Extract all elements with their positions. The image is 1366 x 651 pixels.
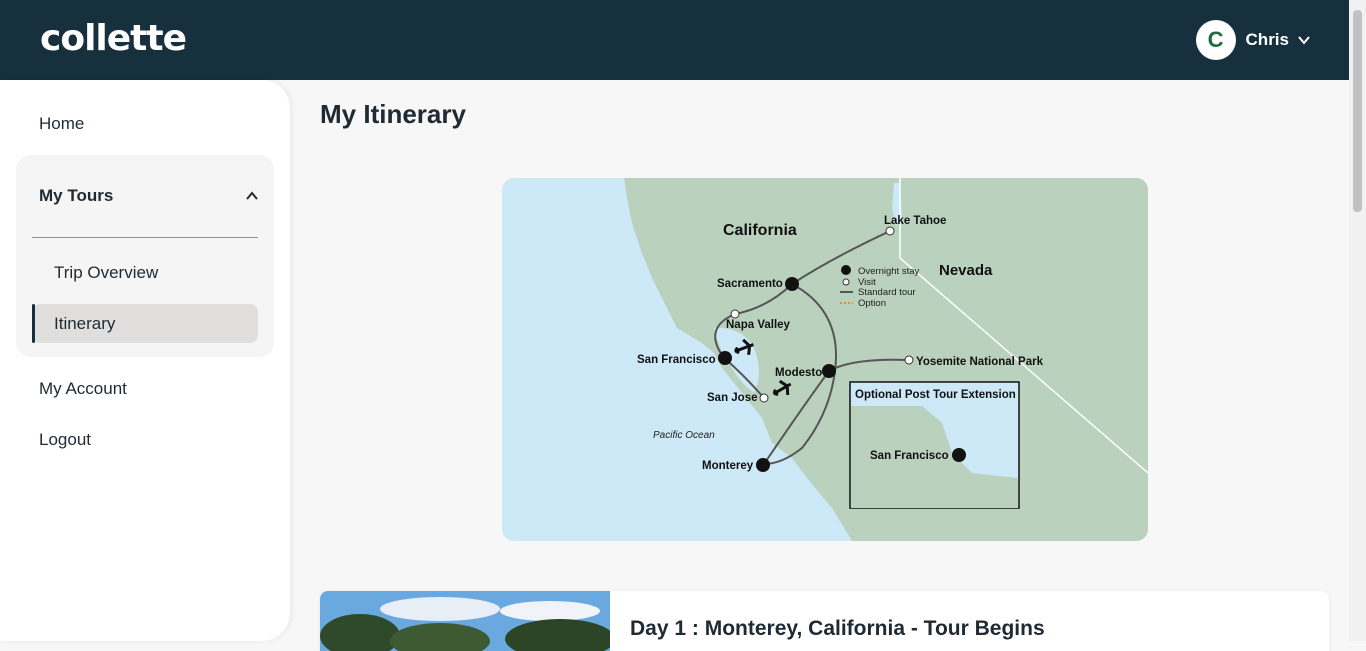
- state-label: Nevada: [939, 262, 993, 279]
- scrollbar-thumb[interactable]: [1353, 10, 1362, 212]
- avatar[interactable]: C: [1195, 20, 1236, 60]
- stop-label-yosemite: Yosemite National Park: [916, 356, 1044, 368]
- svg-text:1: 1: [844, 268, 848, 275]
- stop-label-modesto: Modesto: [775, 367, 822, 379]
- day-card[interactable]: Day 1 : Monterey, California - Tour Begi…: [320, 591, 1329, 651]
- svg-text:San Francisco: San Francisco: [870, 450, 949, 462]
- sidebar-item-logout[interactable]: Logout: [39, 430, 91, 450]
- day-photo: [320, 591, 610, 651]
- sidebar-item-my-account[interactable]: My Account: [39, 379, 127, 399]
- sidebar-item-my-tours[interactable]: My Tours: [39, 186, 113, 206]
- stop-label-san-jose: San Jose: [707, 392, 758, 404]
- svg-text:2: 2: [826, 367, 831, 377]
- divider: [32, 237, 258, 238]
- svg-text:Standard tour: Standard tour: [858, 287, 916, 298]
- user-name[interactable]: Chris: [1246, 30, 1289, 50]
- svg-text:2: 2: [789, 280, 794, 290]
- sidebar-item-home[interactable]: Home: [39, 114, 84, 134]
- user-menu[interactable]: C Chris: [1195, 20, 1311, 60]
- sidebar-item-itinerary[interactable]: Itinerary: [32, 304, 258, 343]
- visit-marker: [904, 355, 914, 365]
- overnight-marker-san-francisco: 1: [718, 351, 732, 365]
- map-svg: 2 1 2 2 California Nevada Pacific Ocean …: [502, 178, 1148, 541]
- page-title: My Itinerary: [320, 99, 466, 129]
- stop-label-monterey: Monterey: [702, 460, 754, 472]
- svg-text:Optional Post Tour Extension: Optional Post Tour Extension: [855, 389, 1016, 401]
- visit-marker: [730, 309, 740, 319]
- active-indicator: [32, 304, 35, 343]
- sidebar-item-trip-overview[interactable]: Trip Overview: [54, 263, 158, 283]
- state-label: California: [723, 222, 797, 239]
- chevron-down-icon[interactable]: [1297, 33, 1311, 47]
- day-title: Day 1 : Monterey, California - Tour Begi…: [630, 617, 1045, 640]
- itinerary-map: 2 1 2 2 California Nevada Pacific Ocean …: [502, 178, 1148, 541]
- overnight-marker-modesto: 2: [822, 364, 836, 378]
- stop-label-napa-valley: Napa Valley: [726, 319, 791, 331]
- svg-text:Overnight stay: Overnight stay: [858, 266, 919, 277]
- stop-label-sacramento: Sacramento: [717, 278, 783, 290]
- svg-text:Option: Option: [858, 298, 886, 309]
- visit-marker: [759, 393, 769, 403]
- chevron-up-icon[interactable]: [245, 189, 259, 203]
- svg-text:2: 2: [760, 461, 765, 471]
- stop-label-san-francisco: San Francisco: [637, 354, 716, 366]
- stop-label-lake-tahoe: Lake Tahoe: [884, 215, 946, 227]
- page-scrollbar[interactable]: [1349, 0, 1366, 641]
- sidebar: Home My Tours Trip Overview Itinerary My…: [0, 80, 290, 641]
- sidebar-item-label: Itinerary: [54, 314, 116, 333]
- top-header: collette C Chris: [0, 0, 1349, 80]
- collette-logo[interactable]: collette: [40, 18, 187, 59]
- overnight-marker-sacramento: 2: [785, 277, 799, 291]
- svg-text:2: 2: [956, 451, 961, 461]
- visit-marker: [885, 226, 895, 236]
- overnight-marker-monterey: 2: [756, 458, 770, 472]
- svg-text:1: 1: [722, 354, 727, 364]
- inset-extension-map: Optional Post Tour Extension San Francis…: [849, 381, 1020, 509]
- ocean-label: Pacific Ocean: [653, 430, 715, 441]
- sidebar-group-my-tours: My Tours Trip Overview Itinerary: [16, 155, 274, 357]
